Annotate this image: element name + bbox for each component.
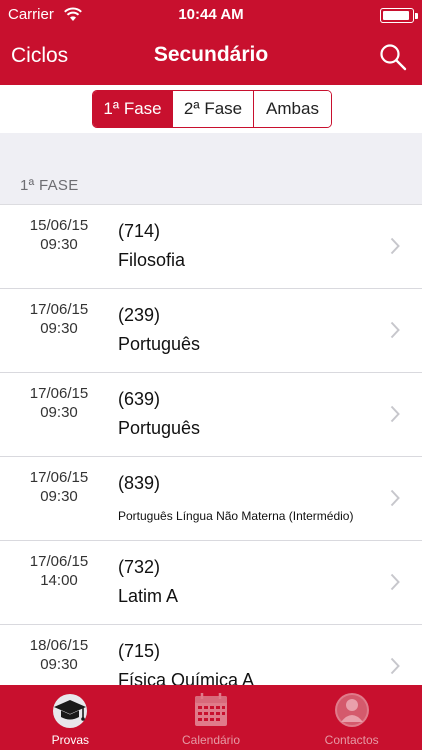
- status-bar: Carrier 10:44 AM: [0, 0, 422, 30]
- chevron-right-icon: [390, 489, 400, 507]
- contact-person-icon: [334, 693, 369, 727]
- chevron-right-icon: [390, 573, 400, 591]
- phase-filter-bar: 1ª Fase 2ª Fase Ambas: [0, 85, 422, 133]
- tab-label: Provas: [51, 733, 90, 747]
- segment-phase-2[interactable]: 2ª Fase: [172, 91, 253, 127]
- exam-date: 17/06/15: [29, 385, 89, 402]
- exam-name: Português Língua Não Materna (Intermédio…: [118, 509, 354, 523]
- segment-both[interactable]: Ambas: [253, 91, 331, 127]
- exam-code: (839): [118, 473, 161, 493]
- exam-name: Português: [118, 418, 201, 438]
- exam-datetime: 17/06/15 09:30: [20, 384, 98, 422]
- exam-datetime: 15/06/15 09:30: [20, 216, 98, 254]
- table-row[interactable]: 17/06/15 14:00 (732) Latim A: [0, 541, 422, 625]
- exam-name: Português: [118, 334, 201, 354]
- exam-name: Latim A: [118, 586, 179, 606]
- exam-time: 14:00: [40, 572, 78, 589]
- tab-bar: Provas Calendário Contactos: [0, 685, 422, 750]
- table-row[interactable]: 17/06/15 09:30 (839) Português Língua Nã…: [0, 457, 422, 541]
- exam-name: Física Química A: [118, 670, 255, 685]
- battery-level: [383, 11, 409, 20]
- table-row[interactable]: 15/06/15 09:30 (714) Filosofia: [0, 205, 422, 289]
- chevron-right-icon: [390, 405, 400, 423]
- exam-code: (239): [118, 305, 161, 325]
- chevron-right-icon: [390, 237, 400, 255]
- exam-time: 09:30: [40, 404, 78, 421]
- tab-calendario[interactable]: Calendário: [141, 685, 282, 750]
- exam-time: 09:30: [40, 320, 78, 337]
- exam-datetime: 17/06/15 09:30: [20, 468, 98, 506]
- section-header: 1ª FASE: [0, 133, 422, 205]
- segment-phase-1[interactable]: 1ª Fase: [93, 91, 172, 127]
- exam-time: 09:30: [40, 488, 78, 505]
- exam-datetime: 17/06/15 14:00: [20, 552, 98, 590]
- exam-datetime: 18/06/15 09:30: [20, 636, 98, 674]
- exam-date: 17/06/15: [29, 553, 89, 570]
- chevron-right-icon: [390, 657, 400, 675]
- search-icon[interactable]: [378, 42, 408, 72]
- exam-date: 17/06/15: [29, 301, 89, 318]
- phase-segmented-control: 1ª Fase 2ª Fase Ambas: [92, 90, 332, 128]
- exam-datetime: 17/06/15 09:30: [20, 300, 98, 338]
- exam-code: (732): [118, 557, 161, 577]
- exam-code: (714): [118, 221, 161, 241]
- exam-time: 09:30: [40, 656, 78, 673]
- table-row[interactable]: 18/06/15 09:30 (715) Física Química A: [0, 625, 422, 685]
- tab-label: Contactos: [324, 733, 379, 747]
- tab-contactos[interactable]: Contactos: [281, 685, 422, 750]
- calendar-icon: [195, 693, 227, 726]
- exam-date: 15/06/15: [29, 217, 89, 234]
- exam-time: 09:30: [40, 236, 78, 253]
- navigation-bar: Ciclos Secundário: [0, 30, 422, 85]
- graduation-cap-icon: [53, 694, 88, 728]
- exam-list[interactable]: 15/06/15 09:30 (714) Filosofia 17/06/15 …: [0, 205, 422, 685]
- exam-code: (639): [118, 389, 161, 409]
- chevron-right-icon: [390, 321, 400, 339]
- exam-date: 18/06/15: [29, 637, 89, 654]
- section-label: 1ª FASE: [20, 177, 79, 194]
- tab-provas[interactable]: Provas: [0, 685, 141, 750]
- battery-icon: [380, 8, 418, 23]
- exam-date: 17/06/15: [29, 469, 89, 486]
- table-row[interactable]: 17/06/15 09:30 (639) Português: [0, 373, 422, 457]
- back-button[interactable]: Ciclos: [11, 44, 68, 68]
- status-time: 10:44 AM: [178, 6, 244, 23]
- table-row[interactable]: 17/06/15 09:30 (239) Português: [0, 289, 422, 373]
- exam-code: (715): [118, 641, 161, 661]
- exam-name: Filosofia: [118, 250, 186, 270]
- tab-label: Calendário: [181, 733, 241, 747]
